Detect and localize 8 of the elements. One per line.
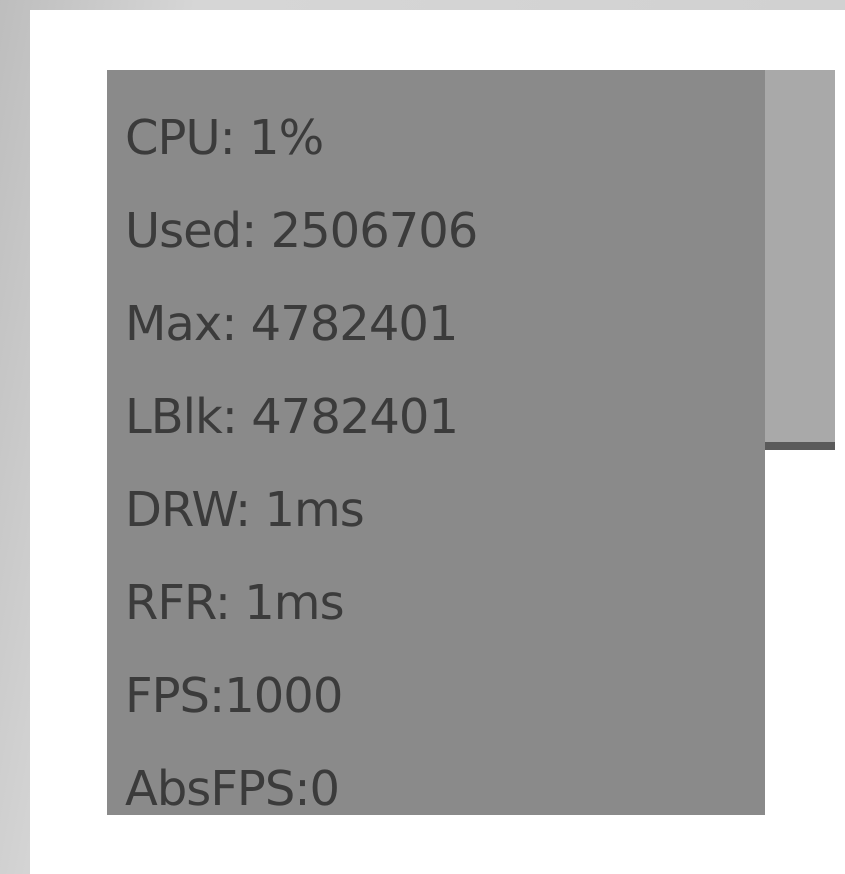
stat-text: AbsFPS:0 — [125, 760, 340, 819]
stat-text: CPU: 1% — [125, 109, 324, 168]
stat-text: FPS:1000 — [125, 667, 344, 726]
stat-text: Max: 4782401 — [125, 295, 458, 354]
stat-text: DRW: 1ms — [125, 481, 365, 540]
stat-text: RFR: 1ms — [125, 574, 345, 633]
stat-text: Used: 2506706 — [125, 202, 478, 261]
stat-text: LBlk: 4782401 — [125, 388, 460, 447]
